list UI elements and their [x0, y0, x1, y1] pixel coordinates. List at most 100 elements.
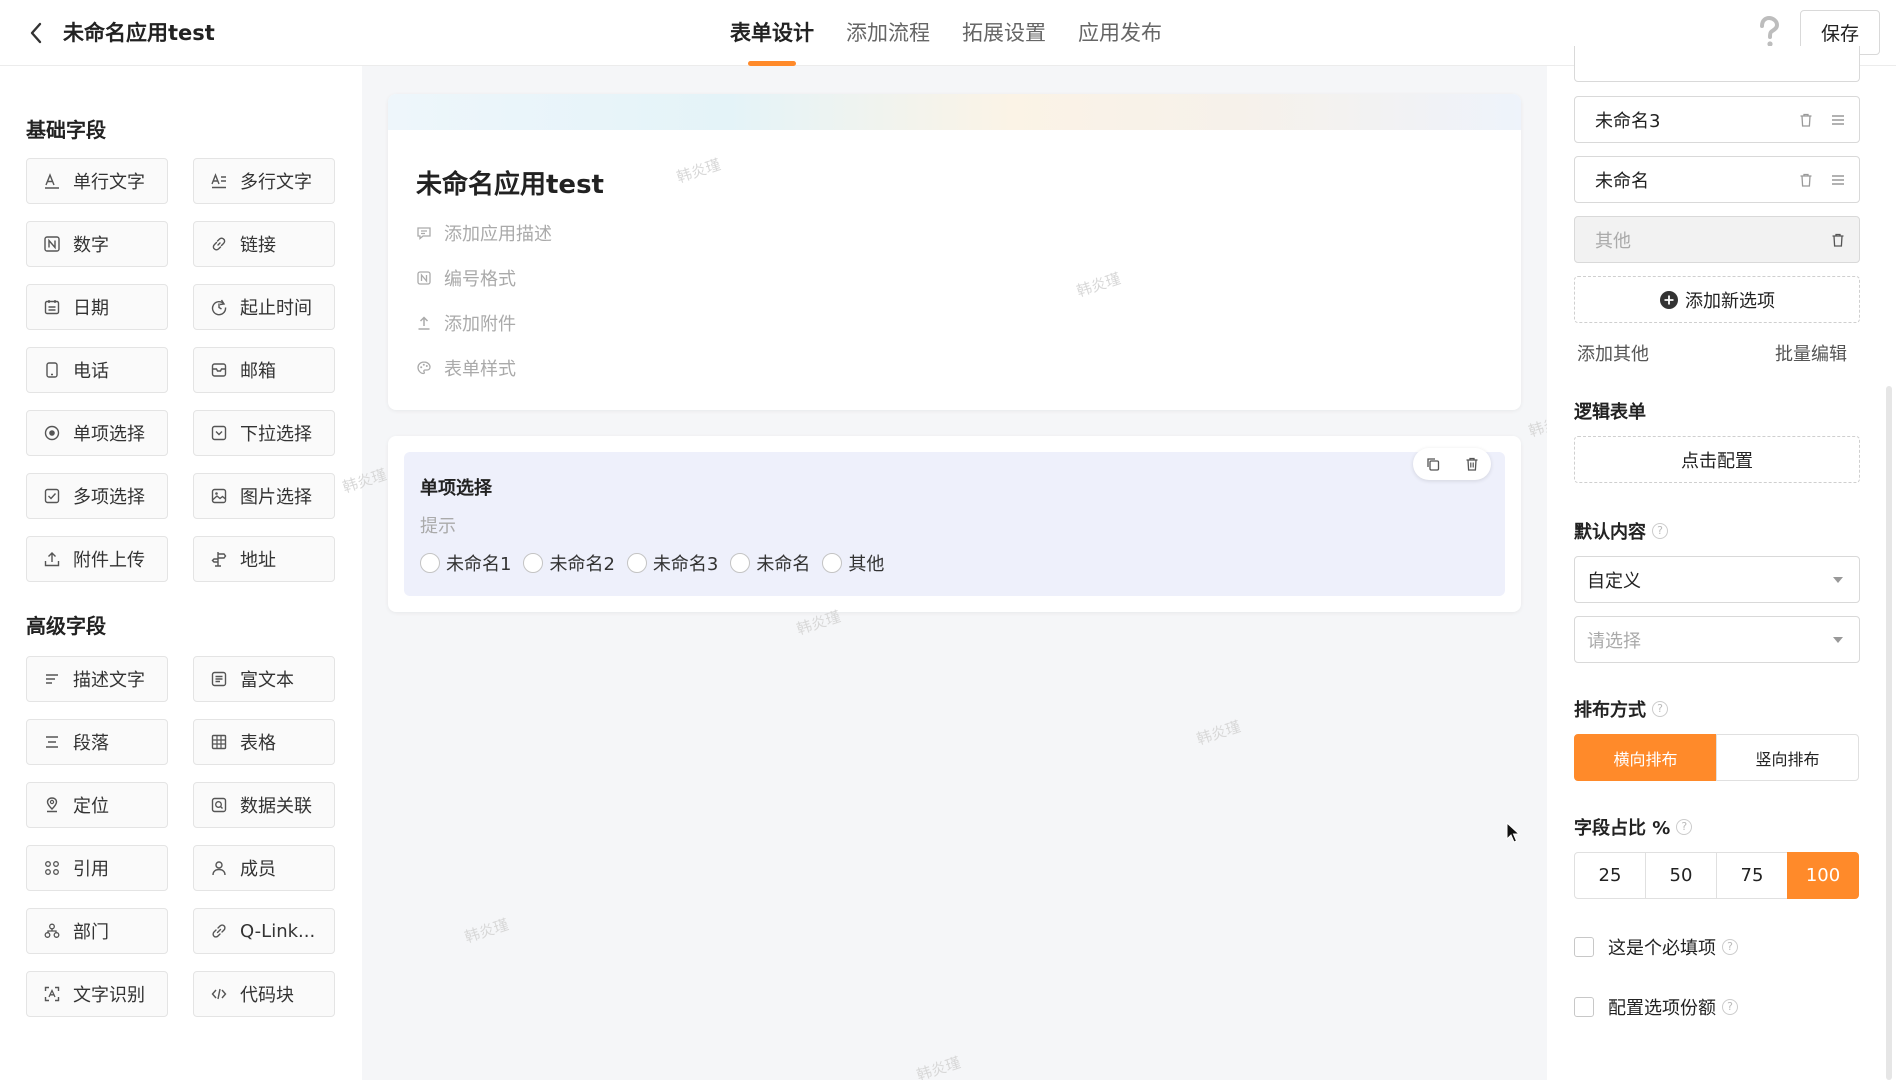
palette-item-code-block[interactable]: 代码块	[193, 971, 335, 1017]
palette-item-reference[interactable]: 引用	[26, 845, 168, 891]
default-content-select[interactable]: 自定义	[1574, 556, 1860, 603]
palette-item-ocr[interactable]: 文字识别	[26, 971, 168, 1017]
trash-icon[interactable]	[1795, 169, 1817, 191]
number-format-link[interactable]: 编号格式	[416, 265, 516, 291]
option-label: 未命名	[1595, 170, 1649, 192]
form-title[interactable]: 未命名应用test	[416, 164, 604, 201]
quota-option[interactable]: 配置选项份额 ?	[1574, 994, 1738, 1020]
palette-item-department[interactable]: 部门	[26, 908, 168, 954]
help-circle-icon[interactable]: ?	[1722, 999, 1738, 1015]
radio-option[interactable]: 未命名3	[626, 550, 718, 576]
tab-app-publish[interactable]: 应用发布	[1078, 0, 1162, 66]
palette-item-image-choice[interactable]: 图片选择	[193, 473, 335, 519]
help-icon[interactable]	[1752, 14, 1786, 50]
add-description-link[interactable]: 添加应用描述	[416, 220, 552, 246]
tab-form-design[interactable]: 表单设计	[730, 0, 814, 66]
radio-option[interactable]: 其他	[822, 550, 884, 576]
palette-item-label: 单项选择	[73, 424, 145, 445]
radio-option[interactable]: 未命名1	[420, 550, 511, 576]
add-attachment-link[interactable]: 添加附件	[416, 310, 516, 336]
help-circle-icon[interactable]: ?	[1652, 523, 1668, 539]
palette-item-label: 文字识别	[73, 985, 145, 1006]
tab-add-workflow[interactable]: 添加流程	[846, 0, 930, 66]
palette-item-address[interactable]: 地址	[193, 536, 335, 582]
ratio-50-button[interactable]: 50	[1645, 852, 1717, 899]
palette-item-location[interactable]: 定位	[26, 782, 168, 828]
required-option[interactable]: 这是个必填项 ?	[1574, 934, 1738, 960]
add-other-link[interactable]: 添加其他	[1577, 340, 1649, 366]
radio-circle[interactable]	[626, 553, 647, 573]
drag-handle-icon[interactable]	[1827, 169, 1849, 191]
plus-circle-icon	[1660, 290, 1678, 309]
help-circle-icon[interactable]: ?	[1652, 701, 1668, 717]
palette-item-link[interactable]: 链接	[193, 221, 335, 267]
ratio-25-button[interactable]: 25	[1574, 852, 1646, 899]
drag-handle-icon[interactable]	[1827, 109, 1849, 131]
palette-item-qlink[interactable]: Q-Link...	[193, 908, 335, 954]
palette-item-data-link[interactable]: 数据关联	[193, 782, 335, 828]
batch-edit-link[interactable]: 批量编辑	[1775, 340, 1847, 366]
layout-vertical-button[interactable]: 竖向排布	[1716, 734, 1859, 781]
option-row-partial[interactable]	[1574, 46, 1860, 82]
palette-item-file-upload[interactable]: 附件上传	[26, 536, 168, 582]
palette-item-member[interactable]: 成员	[193, 845, 335, 891]
palette-item-mail[interactable]: 邮箱	[193, 347, 335, 393]
palette-item-date[interactable]: 日期	[26, 284, 168, 330]
radio-circle[interactable]	[730, 553, 751, 573]
layout-horizontal-button[interactable]: 横向排布	[1574, 734, 1717, 781]
trash-icon[interactable]	[1461, 453, 1483, 475]
palette-item-time-range[interactable]: 起止时间	[193, 284, 335, 330]
radio-circle[interactable]	[822, 553, 843, 573]
default-value-select[interactable]: 请选择	[1574, 616, 1860, 663]
quota-checkbox[interactable]	[1574, 997, 1594, 1017]
help-circle-icon[interactable]: ?	[1676, 819, 1693, 835]
trash-icon[interactable]	[1795, 109, 1817, 131]
radio-circle[interactable]	[420, 553, 440, 573]
form-header-card[interactable]: 未命名应用test 添加应用描述 编号格式 添加附件 表单样式	[388, 94, 1521, 410]
palette-item-number[interactable]: 数字	[26, 221, 168, 267]
palette-item-single-line-text[interactable]: 单行文字	[26, 158, 168, 204]
description-icon	[46, 674, 58, 684]
logic-configure-button[interactable]: 点击配置	[1574, 436, 1860, 483]
palette-item-label: 附件上传	[73, 550, 145, 571]
required-checkbox[interactable]	[1574, 937, 1594, 957]
field-label: 单项选择	[420, 478, 492, 499]
option-row[interactable]: 未命名3	[1574, 96, 1860, 143]
location-icon	[46, 797, 58, 813]
palette-item-single-choice[interactable]: 单项选择	[26, 410, 168, 456]
palette-item-multi-choice[interactable]: 多项选择	[26, 473, 168, 519]
ocr-icon	[44, 986, 60, 1002]
radio-option[interactable]: 未命名	[730, 550, 810, 576]
copy-icon[interactable]	[1422, 453, 1444, 475]
palette-item-table[interactable]: 表格	[193, 719, 335, 765]
properties-panel: 未命名3 未命名 其他 添加新选项 添加其他 批量编辑 逻辑表单 点击配置 默认…	[1547, 46, 1896, 1080]
palette-item-phone[interactable]: 电话	[26, 347, 168, 393]
palette-item-multi-line-text[interactable]: 多行文字	[193, 158, 335, 204]
image-icon	[211, 488, 227, 504]
back-button[interactable]	[20, 16, 52, 50]
help-circle-icon[interactable]: ?	[1722, 939, 1738, 955]
paragraph-icon	[46, 736, 58, 748]
ratio-100-button[interactable]: 100	[1787, 852, 1859, 899]
option-row-other[interactable]: 其他	[1574, 216, 1860, 263]
radio-option[interactable]: 未命名2	[523, 550, 615, 576]
add-option-button[interactable]: 添加新选项	[1574, 276, 1860, 323]
palette-item-label: 数字	[73, 235, 109, 256]
palette-item-paragraph[interactable]: 段落	[26, 719, 168, 765]
selected-field[interactable]: 单项选择 提示 未命名1 未命名2 未命名3 未命名 其他	[404, 448, 1505, 596]
palette-item-rich-text[interactable]: 富文本	[193, 656, 335, 702]
table-icon	[211, 734, 227, 750]
mail-icon	[211, 363, 227, 377]
field-card-single-choice[interactable]: 单项选择 提示 未命名1 未命名2 未命名3 未命名 其他	[388, 436, 1521, 612]
option-row[interactable]: 未命名	[1574, 156, 1860, 203]
properties-scrollbar[interactable]	[1886, 386, 1892, 1080]
radio-circle[interactable]	[523, 553, 544, 573]
trash-icon[interactable]	[1827, 229, 1849, 251]
form-style-link[interactable]: 表单样式	[416, 355, 516, 381]
palette-item-dropdown[interactable]: 下拉选择	[193, 410, 335, 456]
palette-item-description[interactable]: 描述文字	[26, 656, 168, 702]
default-content-title-text: 默认内容	[1574, 522, 1646, 543]
tab-extension-settings[interactable]: 拓展设置	[962, 0, 1046, 66]
palette-item-label: 段落	[73, 733, 109, 754]
ratio-75-button[interactable]: 75	[1716, 852, 1788, 899]
